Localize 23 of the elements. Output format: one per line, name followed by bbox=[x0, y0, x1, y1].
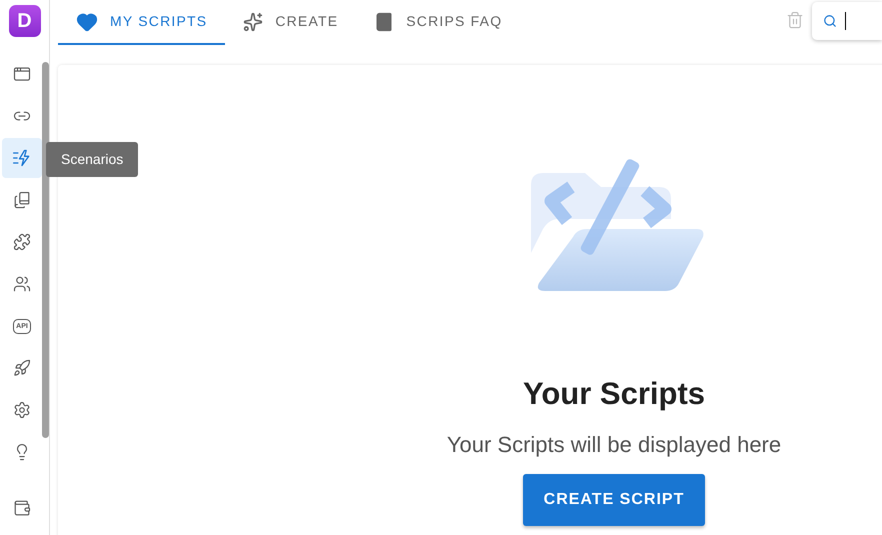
tab[interactable]: MY SCRIPTS bbox=[58, 0, 226, 45]
puzzle-icon bbox=[13, 233, 31, 251]
empty-state-title: Your Scripts bbox=[522, 375, 706, 413]
create-script-button[interactable]: CREATE SCRIPT bbox=[523, 474, 705, 526]
app-logo[interactable]: D bbox=[8, 5, 40, 37]
tooltip: Scenarios bbox=[46, 142, 138, 177]
rocket-icon bbox=[13, 359, 31, 377]
tab[interactable]: CREATE bbox=[225, 0, 356, 45]
wallet-icon bbox=[13, 499, 31, 517]
users-icon bbox=[13, 275, 31, 293]
search-icon bbox=[823, 14, 837, 28]
heart-icon bbox=[76, 10, 98, 32]
book-icon bbox=[374, 12, 394, 32]
sparkles-icon bbox=[243, 12, 264, 32]
scrollbar-thumb[interactable] bbox=[42, 62, 49, 438]
sidebar-item[interactable] bbox=[2, 138, 42, 178]
bookmarks-icon bbox=[13, 191, 31, 209]
empty-state-subtitle: Your Scripts will be displayed here bbox=[446, 430, 782, 459]
settings-icon bbox=[13, 401, 31, 419]
window-icon bbox=[13, 65, 31, 83]
search-field[interactable] bbox=[812, 2, 882, 40]
lightning-lines-icon bbox=[12, 148, 32, 168]
tab[interactable]: SCRIPS FAQ bbox=[356, 0, 520, 45]
